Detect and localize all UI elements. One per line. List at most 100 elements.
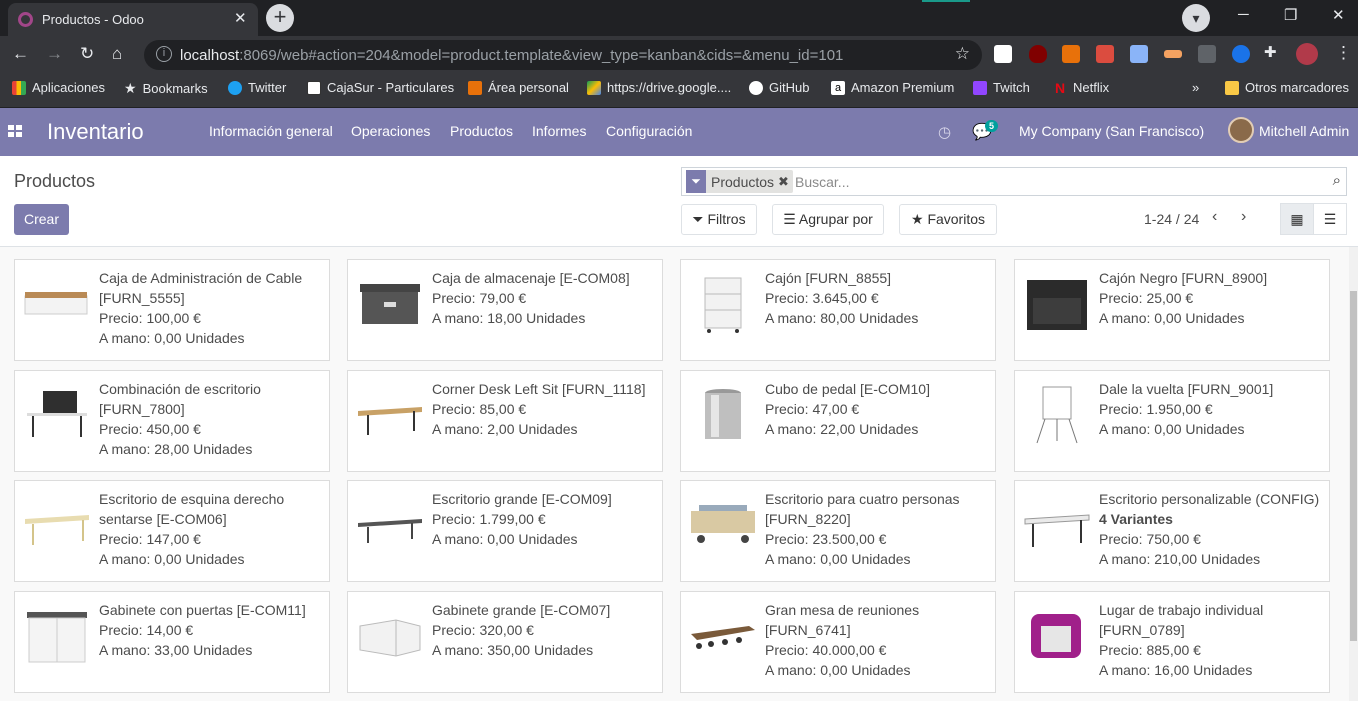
tab-close-icon[interactable]: ✕ [234, 9, 247, 27]
forward-icon[interactable]: → [46, 44, 63, 64]
product-card[interactable]: Lugar de trabajo individual [FURN_0789] … [1014, 591, 1330, 693]
other-bookmarks[interactable]: Otros marcadores [1225, 80, 1349, 95]
kanban-view-button[interactable]: ▦ [1280, 203, 1314, 235]
desk-combo-icon [27, 391, 87, 437]
favorites-button[interactable]: ★ Favoritos [899, 204, 997, 235]
menu-products[interactable]: Productos [450, 123, 513, 139]
product-price: Precio: 25,00 € [1099, 290, 1194, 306]
product-card[interactable]: Combinación de escritorio [FURN_7800] Pr… [14, 370, 330, 472]
scrollbar[interactable] [1349, 247, 1358, 701]
custom-desk-icon [1024, 514, 1090, 547]
more-bookmarks-button[interactable]: » [1192, 80, 1199, 95]
corner-desk-icon [358, 407, 422, 435]
extension-blue-icon[interactable] [1232, 45, 1250, 63]
bookmark-star-icon[interactable]: ☆ [955, 44, 970, 64]
pager-next-icon[interactable]: › [1241, 208, 1246, 226]
ublock-icon[interactable] [1029, 45, 1047, 63]
product-name: Corner Desk Left Sit [FURN_1118] [432, 381, 646, 397]
product-card[interactable]: Corner Desk Left Sit [FURN_1118] Precio:… [347, 370, 663, 472]
minimize-icon[interactable]: ─ [1238, 6, 1249, 23]
home-icon[interactable]: ⌂ [112, 44, 122, 64]
feed-extension-icon[interactable] [1062, 45, 1080, 63]
menu-reports[interactable]: Informes [532, 123, 586, 139]
user-menu[interactable]: Mitchell Admin [1259, 123, 1349, 139]
browser-menu-icon[interactable]: ⋮ [1335, 43, 1352, 63]
search-icon[interactable]: ⌕ [1333, 172, 1341, 189]
profile-avatar-icon[interactable] [1296, 43, 1318, 65]
extension-image-icon[interactable] [1198, 45, 1216, 63]
product-name: Escritorio personalizable (CONFIG) [1099, 491, 1320, 507]
pager-previous-icon[interactable]: ‹ [1212, 208, 1217, 226]
extension-window-icon[interactable] [1130, 45, 1148, 63]
search-facet: ⏷ Productos ✖ [686, 170, 793, 193]
product-card[interactable]: Cajón Negro [FURN_8900] Precio: 25,00 € … [1014, 259, 1330, 361]
bookmark-cajasur[interactable]: CajaSur - Particulares [307, 80, 454, 95]
bookmark-apps[interactable]: Aplicaciones [12, 80, 105, 95]
list-view-button[interactable]: ☰ [1313, 203, 1347, 235]
product-card[interactable]: Gabinete con puertas [E-COM11] Precio: 1… [14, 591, 330, 693]
product-card[interactable]: Dale la vuelta [FURN_9001] Precio: 1.950… [1014, 370, 1330, 472]
product-card[interactable]: Cubo de pedal [E-COM10] Precio: 47,00 € … [680, 370, 996, 472]
browser-tab-strip: Productos - Odoo ✕ + ▾ ─ ❐ ✕ [0, 0, 1358, 36]
todoist-icon[interactable] [1096, 45, 1114, 63]
company-switcher[interactable]: My Company (San Francisco) [1019, 123, 1204, 139]
profile-menu-icon[interactable]: ▾ [1182, 4, 1210, 32]
list-icon: ☰ [1323, 211, 1337, 227]
address-bar[interactable]: i localhost:8069/web#action=204&model=pr… [144, 40, 982, 70]
bookmark-github[interactable]: GitHub [749, 80, 809, 95]
product-price: Precio: 47,00 € [765, 401, 860, 417]
control-panel: Productos Crear ⏷ Productos ✖ Buscar... … [0, 156, 1358, 247]
extensions-puzzle-icon[interactable]: ✚ [1264, 43, 1282, 61]
product-name: Lugar de trabajo individual [FURN_0789] [1099, 602, 1264, 638]
product-onhand: A mano: 210,00 Unidades [1099, 551, 1261, 567]
product-name: Caja de almacenaje [E-COM08] [432, 270, 630, 286]
scrollbar-thumb[interactable] [1350, 291, 1357, 641]
bookmark-amazon[interactable]: a Amazon Premium [831, 80, 954, 95]
app-title[interactable]: Inventario [47, 119, 144, 145]
menu-overview[interactable]: Información general [209, 123, 333, 139]
product-card[interactable]: Gran mesa de reuniones [FURN_6741] Preci… [680, 591, 996, 693]
menu-configuration[interactable]: Configuración [606, 123, 692, 139]
menu-operations[interactable]: Operaciones [351, 123, 430, 139]
groupby-button[interactable]: ☰ Agrupar por [772, 204, 884, 235]
product-name: Escritorio para cuatro personas [FURN_82… [765, 491, 960, 527]
create-button[interactable]: Crear [14, 204, 69, 235]
bookmark-bookmarks[interactable]: ★ Bookmarks [124, 80, 208, 97]
new-tab-button[interactable]: + [266, 4, 294, 32]
remove-facet-icon[interactable]: ✖ [778, 174, 789, 190]
product-card[interactable]: Escritorio grande [E-COM09] Precio: 1.79… [347, 480, 663, 582]
site-info-icon[interactable]: i [156, 46, 172, 62]
product-card[interactable]: Escritorio de esquina derecho sentarse [… [14, 480, 330, 582]
bookmark-netflix[interactable]: N Netflix [1053, 80, 1109, 95]
back-icon[interactable]: ← [12, 44, 29, 64]
window-close-icon[interactable]: ✕ [1332, 6, 1345, 24]
activity-clock-icon[interactable]: ◷ [938, 123, 951, 141]
product-card[interactable]: Caja de Administración de Cable [FURN_55… [14, 259, 330, 361]
bookmark-area-personal[interactable]: Área personal [468, 80, 569, 95]
list-bars-icon: ☰ [783, 211, 796, 227]
bookmark-twitch[interactable]: Twitch [973, 80, 1030, 95]
browser-tab[interactable]: Productos - Odoo ✕ [8, 3, 258, 36]
tab-title: Productos - Odoo [42, 12, 144, 27]
reload-icon[interactable]: ↻ [80, 44, 94, 64]
maximize-icon[interactable]: ❐ [1284, 6, 1297, 24]
user-avatar[interactable] [1228, 117, 1254, 143]
bookmark-twitter[interactable]: Twitter [228, 80, 286, 95]
filters-button[interactable]: ⏷ Filtros [681, 204, 757, 235]
bookmark-drive[interactable]: https://drive.google.... [587, 80, 731, 95]
app-menu-grid-icon[interactable] [8, 125, 22, 137]
large-cabinet-icon [359, 619, 421, 657]
product-onhand: A mano: 0,00 Unidades [99, 330, 245, 346]
odoo-main-navbar: Inventario Información general Operacion… [0, 108, 1358, 156]
product-card[interactable]: Cajón [FURN_8855] Precio: 3.645,00 € A m… [680, 259, 996, 361]
odoo-favicon-icon [18, 12, 33, 27]
extension-c-icon[interactable] [994, 45, 1012, 63]
product-card[interactable]: Gabinete grande [E-COM07] Precio: 320,00… [347, 591, 663, 693]
search-input[interactable]: Buscar... [795, 174, 849, 190]
product-card[interactable]: Caja de almacenaje [E-COM08] Precio: 79,… [347, 259, 663, 361]
search-bar[interactable]: ⏷ Productos ✖ Buscar... ⌕ [681, 167, 1347, 196]
pager-value[interactable]: 1-24 / 24 [1144, 211, 1199, 227]
product-card[interactable]: Escritorio para cuatro personas [FURN_82… [680, 480, 996, 582]
extension-bar-icon[interactable] [1164, 50, 1182, 58]
product-card[interactable]: Escritorio personalizable (CONFIG) 4 Var… [1014, 480, 1330, 582]
